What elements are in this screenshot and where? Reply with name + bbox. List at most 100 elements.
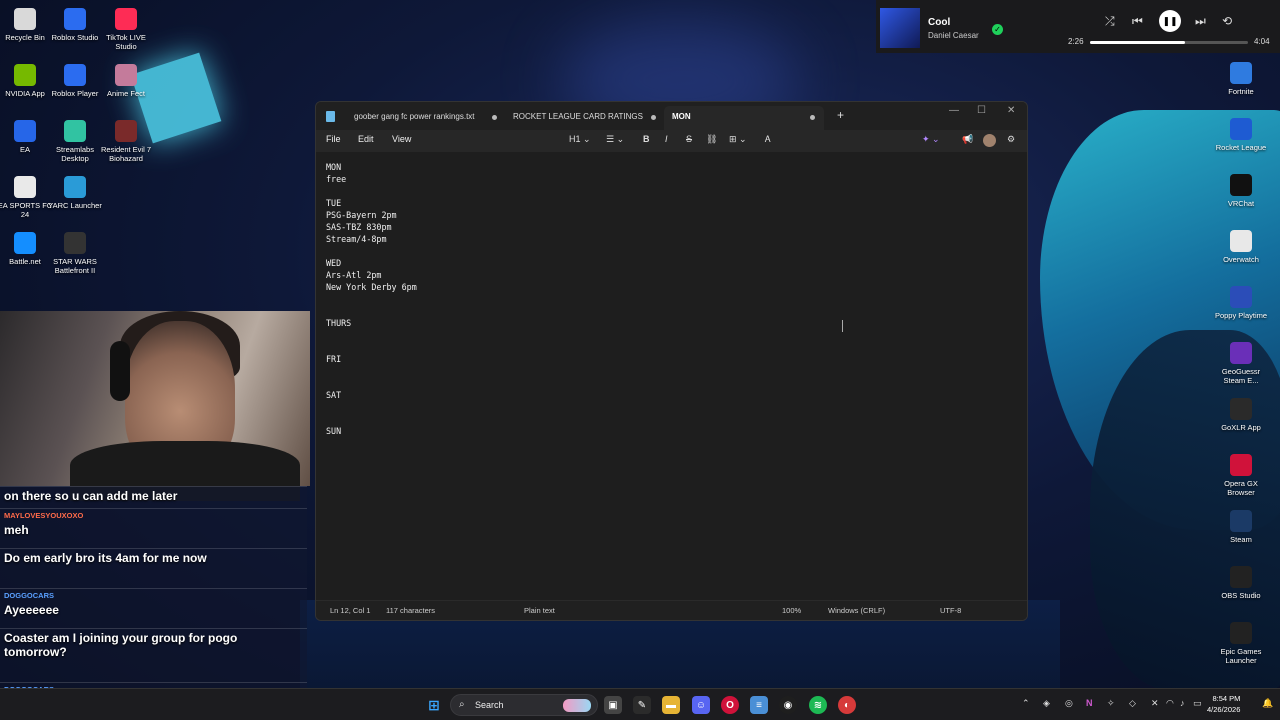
wifi-icon[interactable]: ◠: [1166, 698, 1174, 709]
format-indicator[interactable]: Plain text: [524, 606, 555, 615]
desktop-icon[interactable]: STAR WARS Battlefront II: [47, 232, 103, 275]
shuffle-icon[interactable]: ⤮: [1105, 14, 1115, 29]
desktop-icon[interactable]: Overwatch: [1213, 230, 1269, 264]
desktop-icon[interactable]: Streamlabs Desktop: [47, 120, 103, 163]
desktop-icon[interactable]: Rocket League: [1213, 118, 1269, 152]
link-icon[interactable]: ⛓: [706, 134, 717, 145]
strikethrough-icon[interactable]: S: [686, 134, 692, 144]
list-dropdown-icon[interactable]: ☰ ⌄: [606, 134, 624, 145]
desktop-icon[interactable]: GeoGuessr Steam E...: [1213, 342, 1269, 385]
line-ending[interactable]: Windows (CRLF): [828, 606, 885, 615]
discord-icon[interactable]: ☺: [692, 696, 710, 714]
text-line: MON: [326, 162, 342, 172]
desktop-icon[interactable]: NVIDIA App: [0, 64, 53, 98]
opera-gx-taskbar-icon[interactable]: O: [721, 696, 739, 714]
desktop-icon[interactable]: VRChat: [1213, 174, 1269, 208]
desktop-icon[interactable]: Recycle Bin: [0, 8, 53, 42]
mute-tray-icon[interactable]: ✕: [1151, 698, 1159, 709]
menu-edit[interactable]: Edit: [358, 134, 374, 144]
desktop-icon[interactable]: Epic Games Launcher: [1213, 622, 1269, 665]
maximize-icon[interactable]: ☐: [977, 105, 986, 116]
desktop-icon[interactable]: Poppy Playtime: [1213, 286, 1269, 320]
desktop-icon[interactable]: YARC Launcher: [47, 176, 103, 210]
pause-button[interactable]: ❚❚: [1159, 10, 1181, 32]
obs-taskbar-icon[interactable]: ◉: [779, 696, 797, 714]
paint-icon[interactable]: ✎: [633, 696, 651, 714]
controller-icon[interactable]: ◈: [1043, 698, 1050, 709]
roblox-studio-icon: [64, 8, 86, 30]
elapsed-time: 2:26: [1068, 37, 1084, 46]
close-icon[interactable]: ✕: [1007, 105, 1015, 116]
desktop-icon-label: EA SPORTS FC 24: [0, 201, 53, 219]
desktop-icon[interactable]: GoXLR App: [1213, 398, 1269, 432]
tab-power-rankings[interactable]: goober gang fc power rankings.txt: [346, 106, 506, 130]
cursor-position: Ln 12, Col 1: [330, 606, 371, 615]
steelseries-icon[interactable]: ◎: [1065, 698, 1073, 709]
vrchat-icon: [1230, 174, 1252, 196]
obs-icon: [1230, 566, 1252, 588]
desktop-icon-label: Rocket League: [1215, 143, 1267, 152]
taskbar-clock[interactable]: 8:54 PM 4/26/2026: [1207, 693, 1240, 715]
desktop-icon[interactable]: OBS Studio: [1213, 566, 1269, 600]
desktop-icon[interactable]: Anime Fect: [98, 64, 154, 98]
avatar[interactable]: [983, 134, 996, 147]
desktop-icon[interactable]: Steam: [1213, 510, 1269, 544]
task-view-icon[interactable]: ▣: [604, 696, 622, 714]
heading-dropdown[interactable]: H1 ⌄: [569, 134, 591, 145]
minimize-icon[interactable]: —: [949, 105, 959, 116]
tab-label: goober gang fc power rankings.txt: [354, 112, 475, 121]
desktop-icon-label: TikTok LIVE Studio: [106, 33, 146, 51]
tab-rocket-league[interactable]: ROCKET LEAGUE CARD RATINGS: [505, 106, 665, 130]
desktop-icon[interactable]: Fortnite: [1213, 62, 1269, 96]
search-icon: ⌕: [459, 699, 465, 710]
file-explorer-icon[interactable]: ▬: [662, 696, 680, 714]
search-highlight-icon: [563, 699, 591, 712]
desktop-icon[interactable]: TikTok LIVE Studio: [98, 8, 154, 51]
fortnite-icon: [1230, 62, 1252, 84]
n-app-icon[interactable]: N: [1086, 698, 1093, 708]
tab-label: MON: [672, 112, 691, 121]
tray-app-icon[interactable]: ✧: [1107, 698, 1115, 709]
text-editor[interactable]: MON free TUE PSG-Bayern 2pm SAS-TBZ 830pm Str…: [316, 152, 1027, 602]
menu-file[interactable]: File: [326, 134, 341, 144]
spotify-icon[interactable]: ≋: [809, 696, 827, 714]
desktop-icon[interactable]: EA SPORTS FC 24: [0, 176, 53, 219]
clear-formatting-icon[interactable]: Ꭺ: [765, 134, 771, 145]
text-line: Stream/4-8pm: [326, 234, 387, 244]
desktop-icon[interactable]: Roblox Studio: [47, 8, 103, 42]
gear-icon[interactable]: ⚙: [1007, 134, 1015, 145]
table-dropdown-icon[interactable]: ⊞ ⌄: [729, 134, 747, 145]
windows-start-icon[interactable]: ⊞: [425, 696, 443, 714]
desktop-icon[interactable]: Battle.net: [0, 232, 53, 266]
tray-chevron-icon[interactable]: ⌃: [1022, 698, 1030, 709]
italic-icon[interactable]: I: [665, 134, 668, 144]
next-icon[interactable]: ⏭: [1195, 14, 1206, 29]
announcement-icon[interactable]: 📢: [962, 134, 973, 145]
repeat-icon[interactable]: ⟲: [1222, 14, 1232, 28]
tiktok-icon: [115, 8, 137, 30]
desktop-icon[interactable]: EA: [0, 120, 53, 154]
notepad-taskbar-icon[interactable]: ≡: [750, 696, 768, 714]
notifications-icon[interactable]: 🔔: [1262, 698, 1273, 709]
battery-icon[interactable]: ▭: [1193, 698, 1202, 709]
app-icon[interactable]: ◐: [838, 696, 856, 714]
volume-icon[interactable]: ♪: [1180, 698, 1185, 708]
taskbar-search[interactable]: ⌕ Search: [450, 694, 598, 716]
previous-icon[interactable]: ⏮: [1132, 14, 1143, 29]
desktop-icon[interactable]: Roblox Player: [47, 64, 103, 98]
geoguessr-icon: [1230, 342, 1252, 364]
encoding[interactable]: UTF-8: [940, 606, 961, 615]
tab-mon[interactable]: MON: [664, 106, 824, 130]
desktop-icon[interactable]: Opera GX Browser: [1213, 454, 1269, 497]
desktop-icon-label: Roblox Studio: [51, 33, 99, 42]
track-title: Cool: [928, 17, 951, 28]
desktop-icon[interactable]: Resident Evil 7 Biohazard: [98, 120, 154, 163]
bold-icon[interactable]: B: [643, 134, 650, 144]
progress-bar[interactable]: [1090, 41, 1248, 44]
zoom-level[interactable]: 100%: [782, 606, 801, 615]
copilot-icon[interactable]: ✦ ⌄: [922, 134, 940, 145]
shield-icon[interactable]: ◇: [1129, 698, 1136, 709]
menu-view[interactable]: View: [392, 134, 411, 144]
unsaved-dot-icon: [492, 115, 497, 120]
new-tab-icon[interactable]: +: [837, 108, 844, 122]
